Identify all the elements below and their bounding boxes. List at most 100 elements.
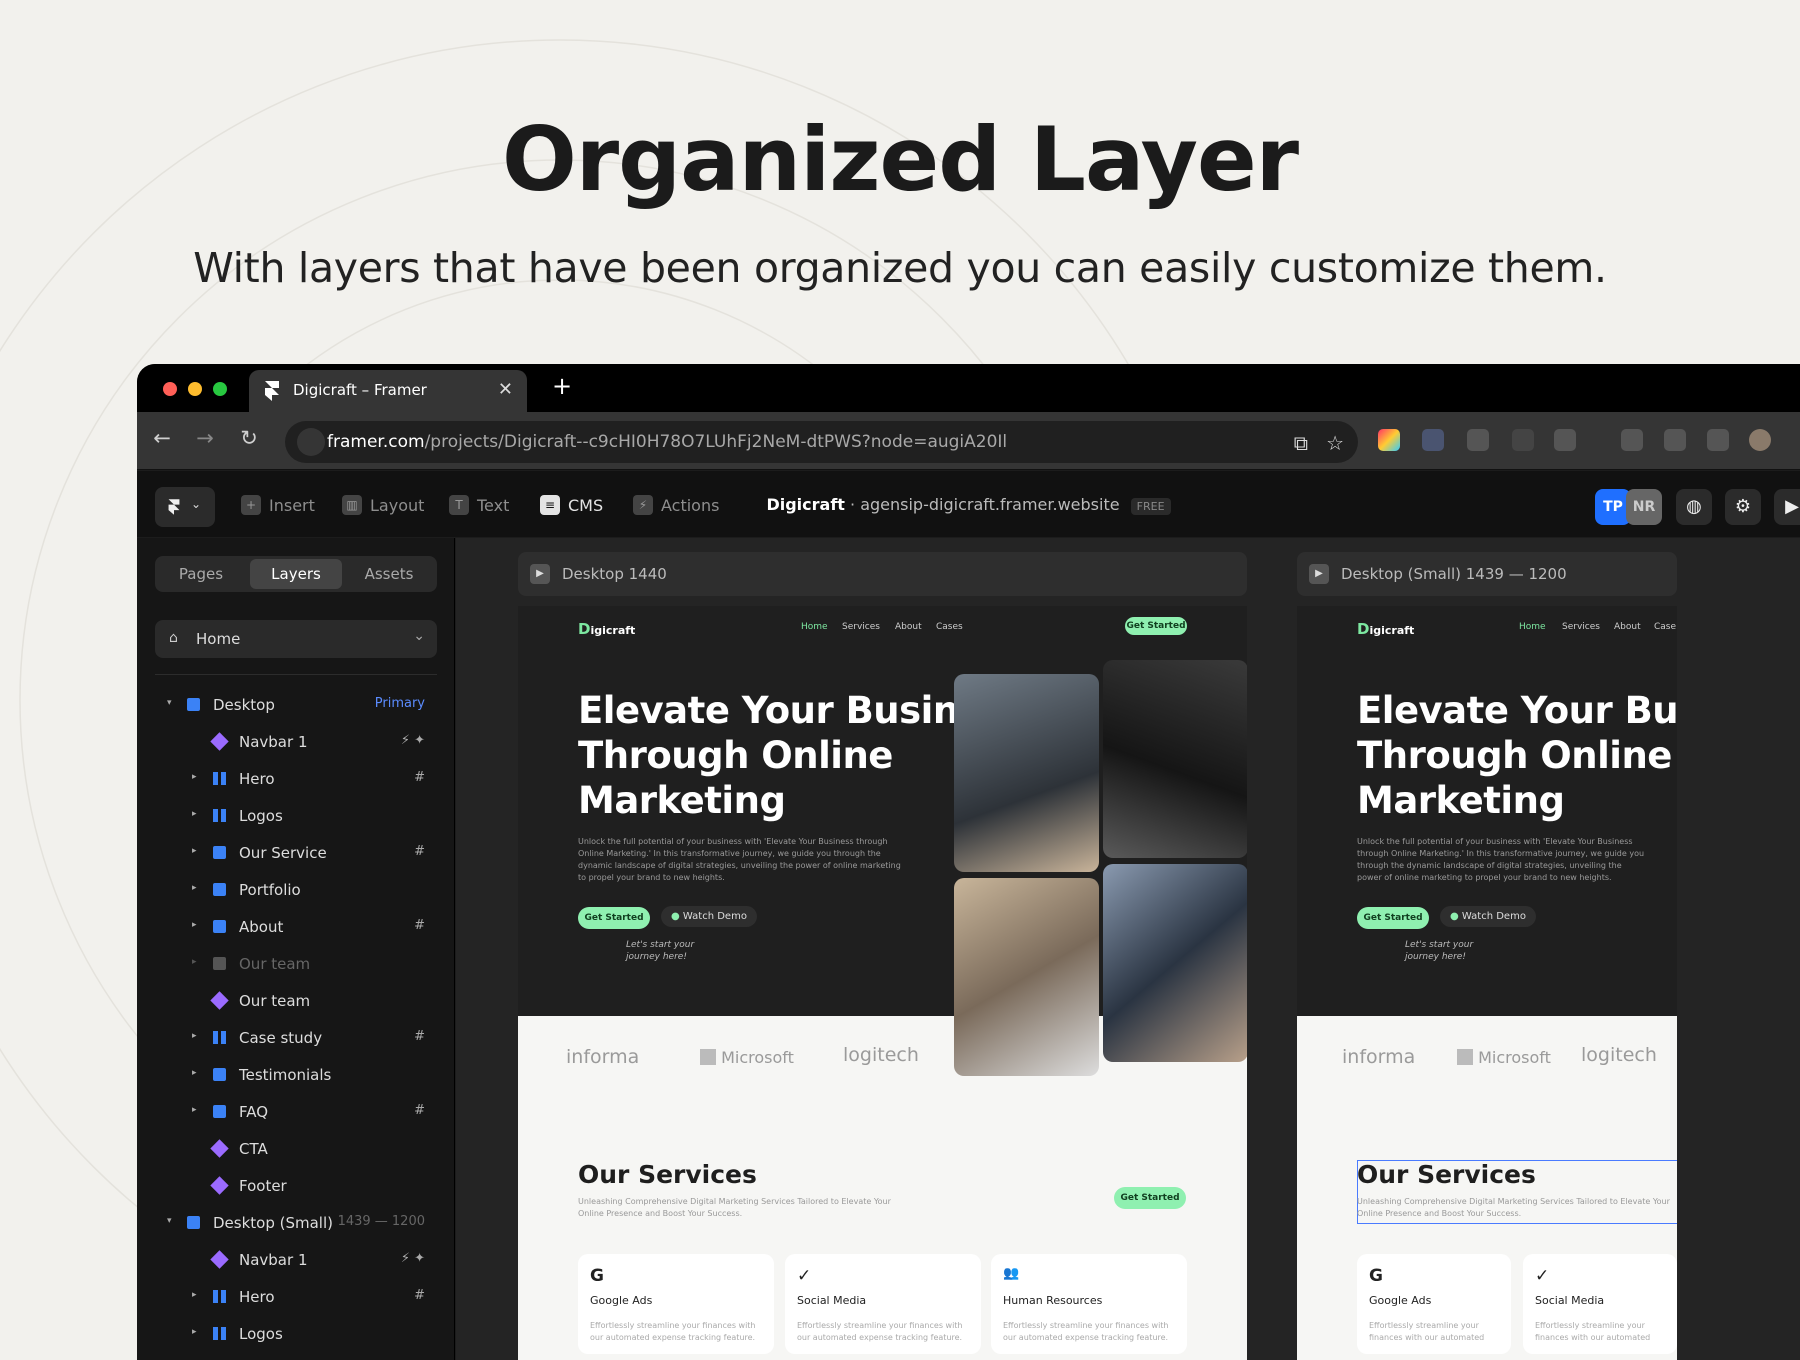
service-card-google-ads[interactable]: G Google Ads Effortlessly streamline you… xyxy=(1357,1254,1511,1354)
layout-button[interactable]: ▥ Layout xyxy=(342,495,424,515)
watch-demo-button[interactable]: ● Watch Demo xyxy=(1440,906,1536,927)
new-tab-button[interactable]: + xyxy=(552,372,572,400)
browser-tab[interactable]: Digicraft – Framer ✕ xyxy=(249,370,527,412)
site-settings-icon[interactable] xyxy=(297,428,325,456)
expand-arrow-icon[interactable]: ▸ xyxy=(192,809,197,819)
nav-home[interactable]: Home xyxy=(1519,622,1546,632)
site-logo[interactable]: Digicraft xyxy=(1357,620,1414,638)
tab-assets[interactable]: Assets xyxy=(343,559,435,589)
database-icon: ≡ xyxy=(540,495,560,515)
service-card-social-media[interactable]: ✓ Social Media Effortlessly streamline y… xyxy=(1523,1254,1677,1354)
media-queue-icon[interactable] xyxy=(1621,429,1643,451)
nav-cta-button[interactable]: Get Started xyxy=(1125,617,1187,635)
expand-arrow-icon[interactable]: ▾ xyxy=(167,1216,172,1226)
page-selector[interactable]: ⌂ Home ⌄ xyxy=(155,620,437,658)
url-field[interactable]: framer.com/projects/Digicraft--c9cHI0H78… xyxy=(285,421,1358,463)
play-icon[interactable]: ▶ xyxy=(530,564,550,584)
extension-camera-icon[interactable] xyxy=(1467,429,1489,451)
expand-arrow-icon[interactable]: ▸ xyxy=(192,1105,197,1115)
site-logo[interactable]: Digicraft xyxy=(578,620,635,638)
bookmark-star-icon[interactable]: ☆ xyxy=(1326,431,1344,455)
frame-header-small[interactable]: ▶ Desktop (Small) 1439 — 1200 xyxy=(1297,552,1677,596)
layer-desktop[interactable]: ▾ Desktop Primary xyxy=(137,690,455,722)
maximize-window-button[interactable] xyxy=(213,382,227,396)
nav-home[interactable]: Home xyxy=(801,622,828,632)
framer-menu-button[interactable]: ⌄ xyxy=(155,487,215,527)
globe-icon[interactable]: ◍ xyxy=(1676,489,1712,525)
actions-button[interactable]: ⚡ Actions xyxy=(633,495,719,515)
side-panel-icon[interactable] xyxy=(1707,429,1729,451)
back-icon[interactable]: ← xyxy=(147,426,177,450)
nav-services[interactable]: Services xyxy=(842,622,880,632)
expand-arrow-icon[interactable]: ▸ xyxy=(192,1068,197,1078)
layer-footer[interactable]: Footer xyxy=(137,1171,455,1203)
layer-label: Our Service xyxy=(239,844,327,862)
minimize-window-button[interactable] xyxy=(188,382,202,396)
watch-demo-button[interactable]: ● Watch Demo xyxy=(661,906,757,927)
design-canvas[interactable]: ▶ Desktop 1440 ▶ Desktop (Small) 1439 — … xyxy=(456,538,1800,1360)
layer-logos-small[interactable]: ▸ Logos xyxy=(137,1319,455,1351)
close-tab-icon[interactable]: ✕ xyxy=(498,379,513,400)
close-window-button[interactable] xyxy=(163,382,177,396)
play-icon[interactable]: ▶ xyxy=(1774,489,1800,525)
gear-icon[interactable]: ⚙ xyxy=(1725,489,1761,525)
insert-button[interactable]: + Insert xyxy=(241,495,315,515)
layer-logos[interactable]: ▸ Logos xyxy=(137,801,455,833)
layer-navbar[interactable]: Navbar 1 ⚡ ✦ xyxy=(137,727,455,759)
collaborator-avatar-nr[interactable]: NR xyxy=(1626,489,1662,525)
tab-pages[interactable]: Pages xyxy=(155,559,247,589)
expand-arrow-icon[interactable]: ▸ xyxy=(192,920,197,930)
text-button[interactable]: T Text xyxy=(449,495,509,515)
reload-icon[interactable]: ↻ xyxy=(234,426,264,450)
layer-portfolio[interactable]: ▸ Portfolio xyxy=(137,875,455,907)
extension-color-icon[interactable] xyxy=(1378,429,1400,451)
hero-get-started-button[interactable]: Get Started xyxy=(578,907,650,929)
layer-case-study[interactable]: ▸ Case study # xyxy=(137,1023,455,1055)
expand-arrow-icon[interactable]: ▸ xyxy=(192,957,197,967)
expand-arrow-icon[interactable]: ▸ xyxy=(192,1031,197,1041)
expand-arrow-icon[interactable]: ▸ xyxy=(192,772,197,782)
play-icon[interactable]: ▶ xyxy=(1309,564,1329,584)
hero-get-started-button[interactable]: Get Started xyxy=(1357,907,1429,929)
install-app-icon[interactable]: ⧉ xyxy=(1294,431,1308,455)
layer-about[interactable]: ▸ About # xyxy=(137,912,455,944)
extension-doc-icon[interactable] xyxy=(1512,429,1534,451)
expand-arrow-icon[interactable]: ▸ xyxy=(192,846,197,856)
layer-desktop-small[interactable]: ▾ Desktop (Small) 1439 — 1200 xyxy=(137,1208,455,1240)
nav-about[interactable]: About xyxy=(1614,622,1641,632)
expand-arrow-icon[interactable]: ▸ xyxy=(192,883,197,893)
forward-icon[interactable]: → xyxy=(190,426,220,450)
service-card-google-ads[interactable]: G Google Ads Effortlessly streamline you… xyxy=(578,1254,774,1354)
layer-hero-small[interactable]: ▸ Hero # xyxy=(137,1282,455,1314)
download-icon[interactable] xyxy=(1664,429,1686,451)
layer-our-team-hidden[interactable]: ▸ Our team xyxy=(137,949,455,981)
expand-arrow-icon[interactable]: ▸ xyxy=(192,1290,197,1300)
card-text: Effortlessly streamline your finances wi… xyxy=(1003,1321,1169,1342)
services-cta-button[interactable]: Get Started xyxy=(1114,1187,1186,1209)
nav-about[interactable]: About xyxy=(895,622,922,632)
tab-layers[interactable]: Layers xyxy=(250,559,342,589)
layer-testimonials[interactable]: ▸ Testimonials xyxy=(137,1060,455,1092)
layer-hero[interactable]: ▸ Hero # xyxy=(137,764,455,796)
layer-navbar-small[interactable]: Navbar 1 ⚡ ✦ xyxy=(137,1245,455,1277)
hero-photo-team xyxy=(954,878,1099,1076)
service-card-human-resources[interactable]: 👥 Human Resources Effortlessly streamlin… xyxy=(991,1254,1187,1354)
layer-our-service[interactable]: ▸ Our Service # xyxy=(137,838,455,870)
extension-shield-icon[interactable] xyxy=(1422,429,1444,451)
desktop-small-frame[interactable]: Digicraft Home Services About Case Eleva… xyxy=(1297,606,1677,1360)
expand-arrow-icon[interactable]: ▸ xyxy=(192,1327,197,1337)
layer-faq[interactable]: ▸ FAQ # xyxy=(137,1097,455,1129)
layer-our-team[interactable]: Our team xyxy=(137,986,455,1018)
extensions-puzzle-icon[interactable] xyxy=(1554,429,1576,451)
expand-arrow-icon[interactable]: ▾ xyxy=(167,698,172,708)
service-card-social-media[interactable]: ✓ Social Media Effortlessly streamline y… xyxy=(785,1254,981,1354)
site-url[interactable]: agensip-digicraft.framer.website xyxy=(860,495,1119,514)
profile-avatar[interactable] xyxy=(1749,429,1771,451)
nav-cases[interactable]: Case xyxy=(1654,622,1676,632)
layer-cta[interactable]: CTA xyxy=(137,1134,455,1166)
nav-services[interactable]: Services xyxy=(1562,622,1600,632)
frame-header-desktop[interactable]: ▶ Desktop 1440 xyxy=(518,552,1247,596)
nav-cases[interactable]: Cases xyxy=(936,622,963,632)
desktop-frame[interactable]: Digicraft Home Services About Cases Get … xyxy=(518,606,1247,1360)
cms-button[interactable]: ≡ CMS xyxy=(540,495,603,515)
